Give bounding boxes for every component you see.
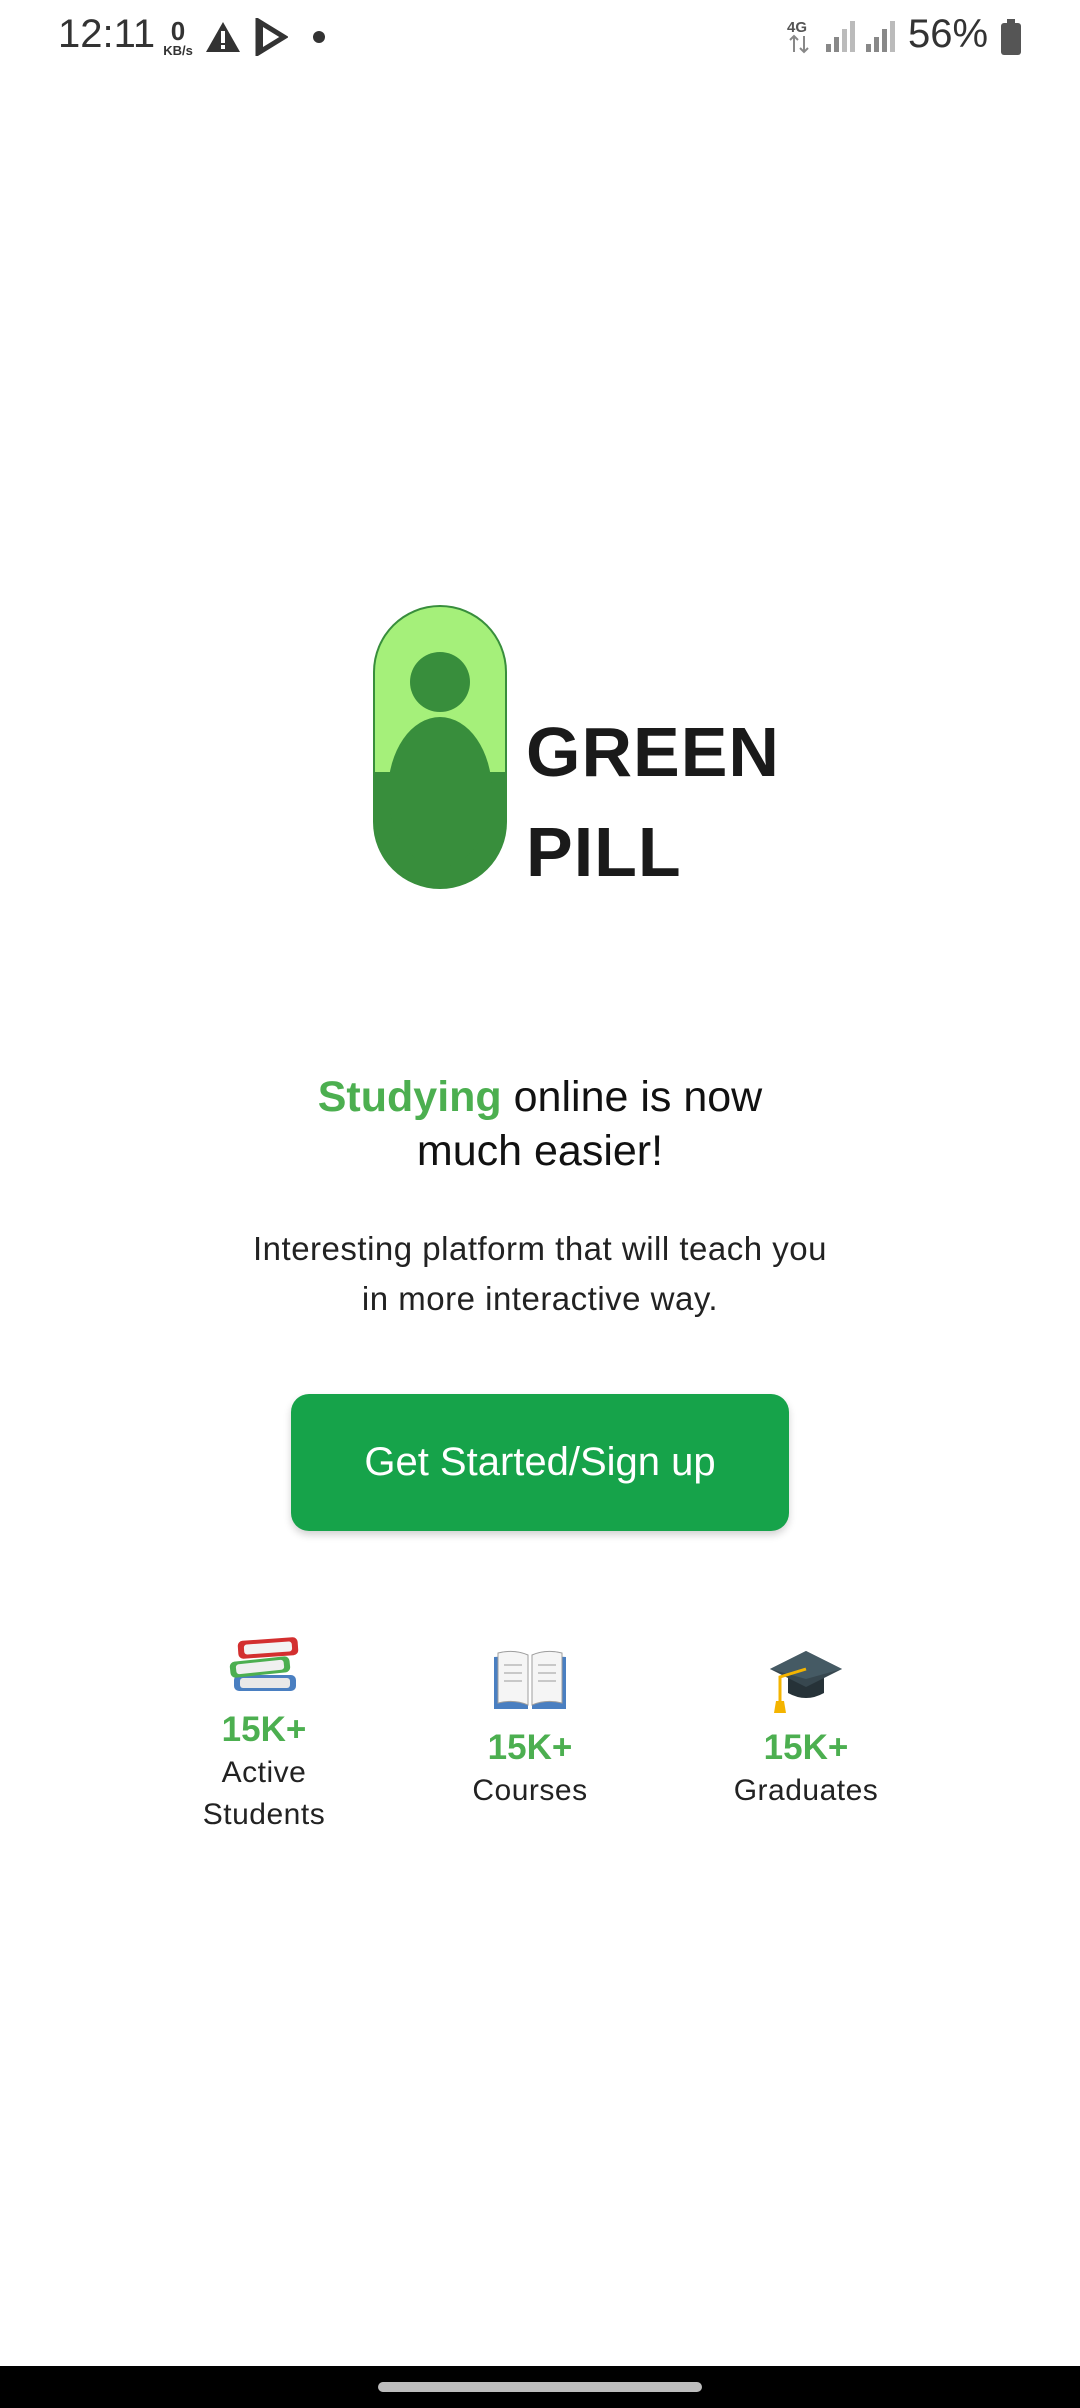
stat-label: Students [202, 1798, 326, 1831]
play-store-icon [255, 18, 288, 56]
books-icon [229, 1637, 299, 1691]
stat-value: 15K+ [487, 1728, 573, 1767]
stat-active-students: 15K+ Active Students [149, 1622, 379, 1836]
signal-icon [826, 21, 855, 52]
stat-courses: 15K+ Courses [415, 1640, 645, 1812]
tagline-line-1: Interesting platform that will teach you [253, 1230, 827, 1267]
headline-line-1: Studying online is now [0, 1070, 1080, 1124]
battery-percent: 56% [908, 12, 989, 56]
stat-label: Courses [472, 1774, 588, 1807]
status-time: 12:11 [58, 12, 156, 56]
stat-value: 15K+ [221, 1710, 307, 1749]
stat-value: 15K+ [763, 1728, 849, 1767]
svg-text:4G: 4G [787, 19, 807, 36]
data-arrows-icon: 4G [787, 19, 809, 54]
alert-icon [206, 22, 240, 52]
logo-line-1: GREEN [526, 713, 780, 791]
pill-person-icon [373, 605, 507, 889]
headline-rest: online is now [501, 1073, 763, 1121]
app-logo: GREEN PILL [370, 602, 779, 892]
logo-wordmark: GREEN PILL [526, 702, 780, 902]
tagline-line-2: in more interactive way. [361, 1280, 719, 1317]
headline-line-2: much easier! [416, 1127, 664, 1175]
navigation-bar [0, 2366, 1080, 2408]
stat-graduates: 15K+ Graduates [691, 1640, 921, 1812]
signal-icon [866, 21, 895, 52]
battery-icon [1001, 19, 1021, 55]
tagline: Interesting platform that will teach you… [200, 1224, 880, 1324]
graduation-cap-icon [770, 1651, 842, 1713]
status-bar: 12:11 0 KB/s 4G 56% [0, 0, 1080, 72]
stat-label: Active [221, 1756, 307, 1789]
headline-accent: Studying [317, 1073, 502, 1121]
open-book-icon [494, 1650, 566, 1709]
headline: Studying online is now much easier! [0, 1070, 1080, 1178]
stat-label: Graduates [733, 1774, 879, 1807]
home-gesture-handle[interactable] [378, 2382, 702, 2392]
network-speed: 0 KB/s [163, 16, 193, 58]
dot-icon [313, 31, 325, 43]
logo-line-2: PILL [526, 813, 682, 891]
get-started-button[interactable]: Get Started/Sign up [291, 1394, 789, 1531]
